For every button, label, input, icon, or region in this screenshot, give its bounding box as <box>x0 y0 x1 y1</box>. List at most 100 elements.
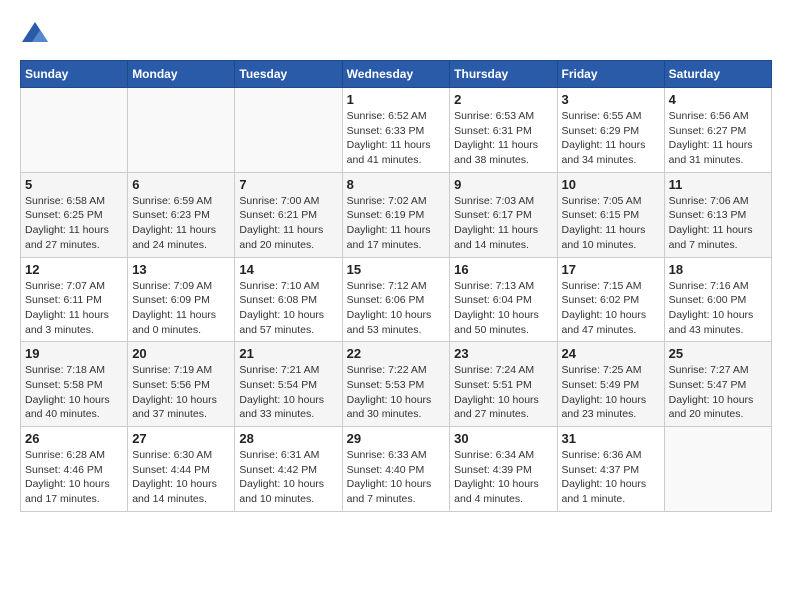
calendar-cell: 11 Sunrise: 7:06 AM Sunset: 6:13 PM Dayli… <box>664 172 771 257</box>
day-info: Sunrise: 7:24 AM Sunset: 5:51 PM Dayligh… <box>454 363 552 422</box>
header-row: SundayMondayTuesdayWednesdayThursdayFrid… <box>21 61 772 88</box>
page-header <box>20 20 772 50</box>
calendar-cell: 3 Sunrise: 6:55 AM Sunset: 6:29 PM Daylig… <box>557 88 664 173</box>
day-info: Sunrise: 7:25 AM Sunset: 5:49 PM Dayligh… <box>562 363 660 422</box>
day-info: Sunrise: 7:19 AM Sunset: 5:56 PM Dayligh… <box>132 363 230 422</box>
calendar-cell: 19 Sunrise: 7:18 AM Sunset: 5:58 PM Dayli… <box>21 342 128 427</box>
day-info: Sunrise: 7:00 AM Sunset: 6:21 PM Dayligh… <box>239 194 337 253</box>
calendar-cell: 4Sunrise: 6:56 AM Sunset: 6:27 PM Daylig… <box>664 88 771 173</box>
calendar-cell: 29 Sunrise: 6:33 AM Sunset: 4:40 PM Dayli… <box>342 427 450 512</box>
day-info: Sunrise: 6:56 AM Sunset: 6:27 PM Dayligh… <box>669 109 767 168</box>
day-number: 20 <box>132 346 230 361</box>
day-info: Sunrise: 7:22 AM Sunset: 5:53 PM Dayligh… <box>347 363 446 422</box>
calendar-cell <box>235 88 342 173</box>
calendar-week-0: 1 Sunrise: 6:52 AM Sunset: 6:33 PM Daylig… <box>21 88 772 173</box>
calendar-week-2: 12 Sunrise: 7:07 AM Sunset: 6:11 PM Dayli… <box>21 257 772 342</box>
day-info: Sunrise: 7:13 AM Sunset: 6:04 PM Dayligh… <box>454 279 552 338</box>
calendar-cell: 28 Sunrise: 6:31 AM Sunset: 4:42 PM Dayli… <box>235 427 342 512</box>
day-number: 1 <box>347 92 446 107</box>
day-info: Sunrise: 6:52 AM Sunset: 6:33 PM Dayligh… <box>347 109 446 168</box>
calendar-cell: 15 Sunrise: 7:12 AM Sunset: 6:06 PM Dayli… <box>342 257 450 342</box>
calendar-week-3: 19 Sunrise: 7:18 AM Sunset: 5:58 PM Dayli… <box>21 342 772 427</box>
day-info: Sunrise: 6:31 AM Sunset: 4:42 PM Dayligh… <box>239 448 337 507</box>
day-info: Sunrise: 7:07 AM Sunset: 6:11 PM Dayligh… <box>25 279 123 338</box>
day-info: Sunrise: 7:05 AM Sunset: 6:15 PM Dayligh… <box>562 194 660 253</box>
calendar-cell: 25 Sunrise: 7:27 AM Sunset: 5:47 PM Dayli… <box>664 342 771 427</box>
header-friday: Friday <box>557 61 664 88</box>
calendar-cell: 18Sunrise: 7:16 AM Sunset: 6:00 PM Dayli… <box>664 257 771 342</box>
day-number: 29 <box>347 431 446 446</box>
day-info: Sunrise: 7:21 AM Sunset: 5:54 PM Dayligh… <box>239 363 337 422</box>
day-number: 26 <box>25 431 123 446</box>
day-info: Sunrise: 7:27 AM Sunset: 5:47 PM Dayligh… <box>669 363 767 422</box>
day-number: 23 <box>454 346 552 361</box>
day-number: 7 <box>239 177 337 192</box>
calendar-cell: 1 Sunrise: 6:52 AM Sunset: 6:33 PM Daylig… <box>342 88 450 173</box>
calendar-cell <box>664 427 771 512</box>
calendar-cell: 22Sunrise: 7:22 AM Sunset: 5:53 PM Dayli… <box>342 342 450 427</box>
calendar-cell: 27Sunrise: 6:30 AM Sunset: 4:44 PM Dayli… <box>128 427 235 512</box>
calendar-cell <box>128 88 235 173</box>
day-info: Sunrise: 7:18 AM Sunset: 5:58 PM Dayligh… <box>25 363 123 422</box>
calendar-cell: 7 Sunrise: 7:00 AM Sunset: 6:21 PM Daylig… <box>235 172 342 257</box>
day-info: Sunrise: 6:33 AM Sunset: 4:40 PM Dayligh… <box>347 448 446 507</box>
header-saturday: Saturday <box>664 61 771 88</box>
calendar-cell: 13Sunrise: 7:09 AM Sunset: 6:09 PM Dayli… <box>128 257 235 342</box>
calendar-cell: 14 Sunrise: 7:10 AM Sunset: 6:08 PM Dayli… <box>235 257 342 342</box>
calendar-body: 1 Sunrise: 6:52 AM Sunset: 6:33 PM Daylig… <box>21 88 772 512</box>
day-info: Sunrise: 6:34 AM Sunset: 4:39 PM Dayligh… <box>454 448 552 507</box>
day-info: Sunrise: 7:06 AM Sunset: 6:13 PM Dayligh… <box>669 194 767 253</box>
day-number: 15 <box>347 262 446 277</box>
logo <box>20 20 54 50</box>
header-monday: Monday <box>128 61 235 88</box>
day-info: Sunrise: 7:03 AM Sunset: 6:17 PM Dayligh… <box>454 194 552 253</box>
day-number: 11 <box>669 177 767 192</box>
day-number: 10 <box>562 177 660 192</box>
calendar-cell: 20 Sunrise: 7:19 AM Sunset: 5:56 PM Dayli… <box>128 342 235 427</box>
day-info: Sunrise: 7:12 AM Sunset: 6:06 PM Dayligh… <box>347 279 446 338</box>
calendar-week-1: 5 Sunrise: 6:58 AM Sunset: 6:25 PM Daylig… <box>21 172 772 257</box>
day-info: Sunrise: 7:15 AM Sunset: 6:02 PM Dayligh… <box>562 279 660 338</box>
calendar-cell: 8Sunrise: 7:02 AM Sunset: 6:19 PM Daylig… <box>342 172 450 257</box>
calendar-table: SundayMondayTuesdayWednesdayThursdayFrid… <box>20 60 772 512</box>
calendar-cell: 12 Sunrise: 7:07 AM Sunset: 6:11 PM Dayli… <box>21 257 128 342</box>
day-number: 2 <box>454 92 552 107</box>
calendar-cell <box>21 88 128 173</box>
header-wednesday: Wednesday <box>342 61 450 88</box>
day-number: 6 <box>132 177 230 192</box>
header-sunday: Sunday <box>21 61 128 88</box>
day-info: Sunrise: 6:28 AM Sunset: 4:46 PM Dayligh… <box>25 448 123 507</box>
day-number: 30 <box>454 431 552 446</box>
day-number: 14 <box>239 262 337 277</box>
header-thursday: Thursday <box>450 61 557 88</box>
calendar-cell: 5 Sunrise: 6:58 AM Sunset: 6:25 PM Daylig… <box>21 172 128 257</box>
day-number: 5 <box>25 177 123 192</box>
day-info: Sunrise: 6:59 AM Sunset: 6:23 PM Dayligh… <box>132 194 230 253</box>
day-number: 25 <box>669 346 767 361</box>
day-number: 19 <box>25 346 123 361</box>
logo-icon <box>20 20 50 50</box>
day-number: 9 <box>454 177 552 192</box>
calendar-header: SundayMondayTuesdayWednesdayThursdayFrid… <box>21 61 772 88</box>
calendar-cell: 17 Sunrise: 7:15 AM Sunset: 6:02 PM Dayli… <box>557 257 664 342</box>
day-info: Sunrise: 6:55 AM Sunset: 6:29 PM Dayligh… <box>562 109 660 168</box>
day-number: 12 <box>25 262 123 277</box>
day-number: 8 <box>347 177 446 192</box>
day-info: Sunrise: 6:53 AM Sunset: 6:31 PM Dayligh… <box>454 109 552 168</box>
calendar-cell: 6 Sunrise: 6:59 AM Sunset: 6:23 PM Daylig… <box>128 172 235 257</box>
calendar-week-4: 26 Sunrise: 6:28 AM Sunset: 4:46 PM Dayli… <box>21 427 772 512</box>
day-info: Sunrise: 6:58 AM Sunset: 6:25 PM Dayligh… <box>25 194 123 253</box>
day-number: 18 <box>669 262 767 277</box>
header-tuesday: Tuesday <box>235 61 342 88</box>
day-number: 28 <box>239 431 337 446</box>
day-number: 3 <box>562 92 660 107</box>
calendar-cell: 10 Sunrise: 7:05 AM Sunset: 6:15 PM Dayli… <box>557 172 664 257</box>
day-number: 13 <box>132 262 230 277</box>
day-info: Sunrise: 7:10 AM Sunset: 6:08 PM Dayligh… <box>239 279 337 338</box>
day-number: 17 <box>562 262 660 277</box>
calendar-cell: 9 Sunrise: 7:03 AM Sunset: 6:17 PM Daylig… <box>450 172 557 257</box>
day-number: 16 <box>454 262 552 277</box>
calendar-cell: 24 Sunrise: 7:25 AM Sunset: 5:49 PM Dayli… <box>557 342 664 427</box>
day-number: 27 <box>132 431 230 446</box>
day-number: 24 <box>562 346 660 361</box>
